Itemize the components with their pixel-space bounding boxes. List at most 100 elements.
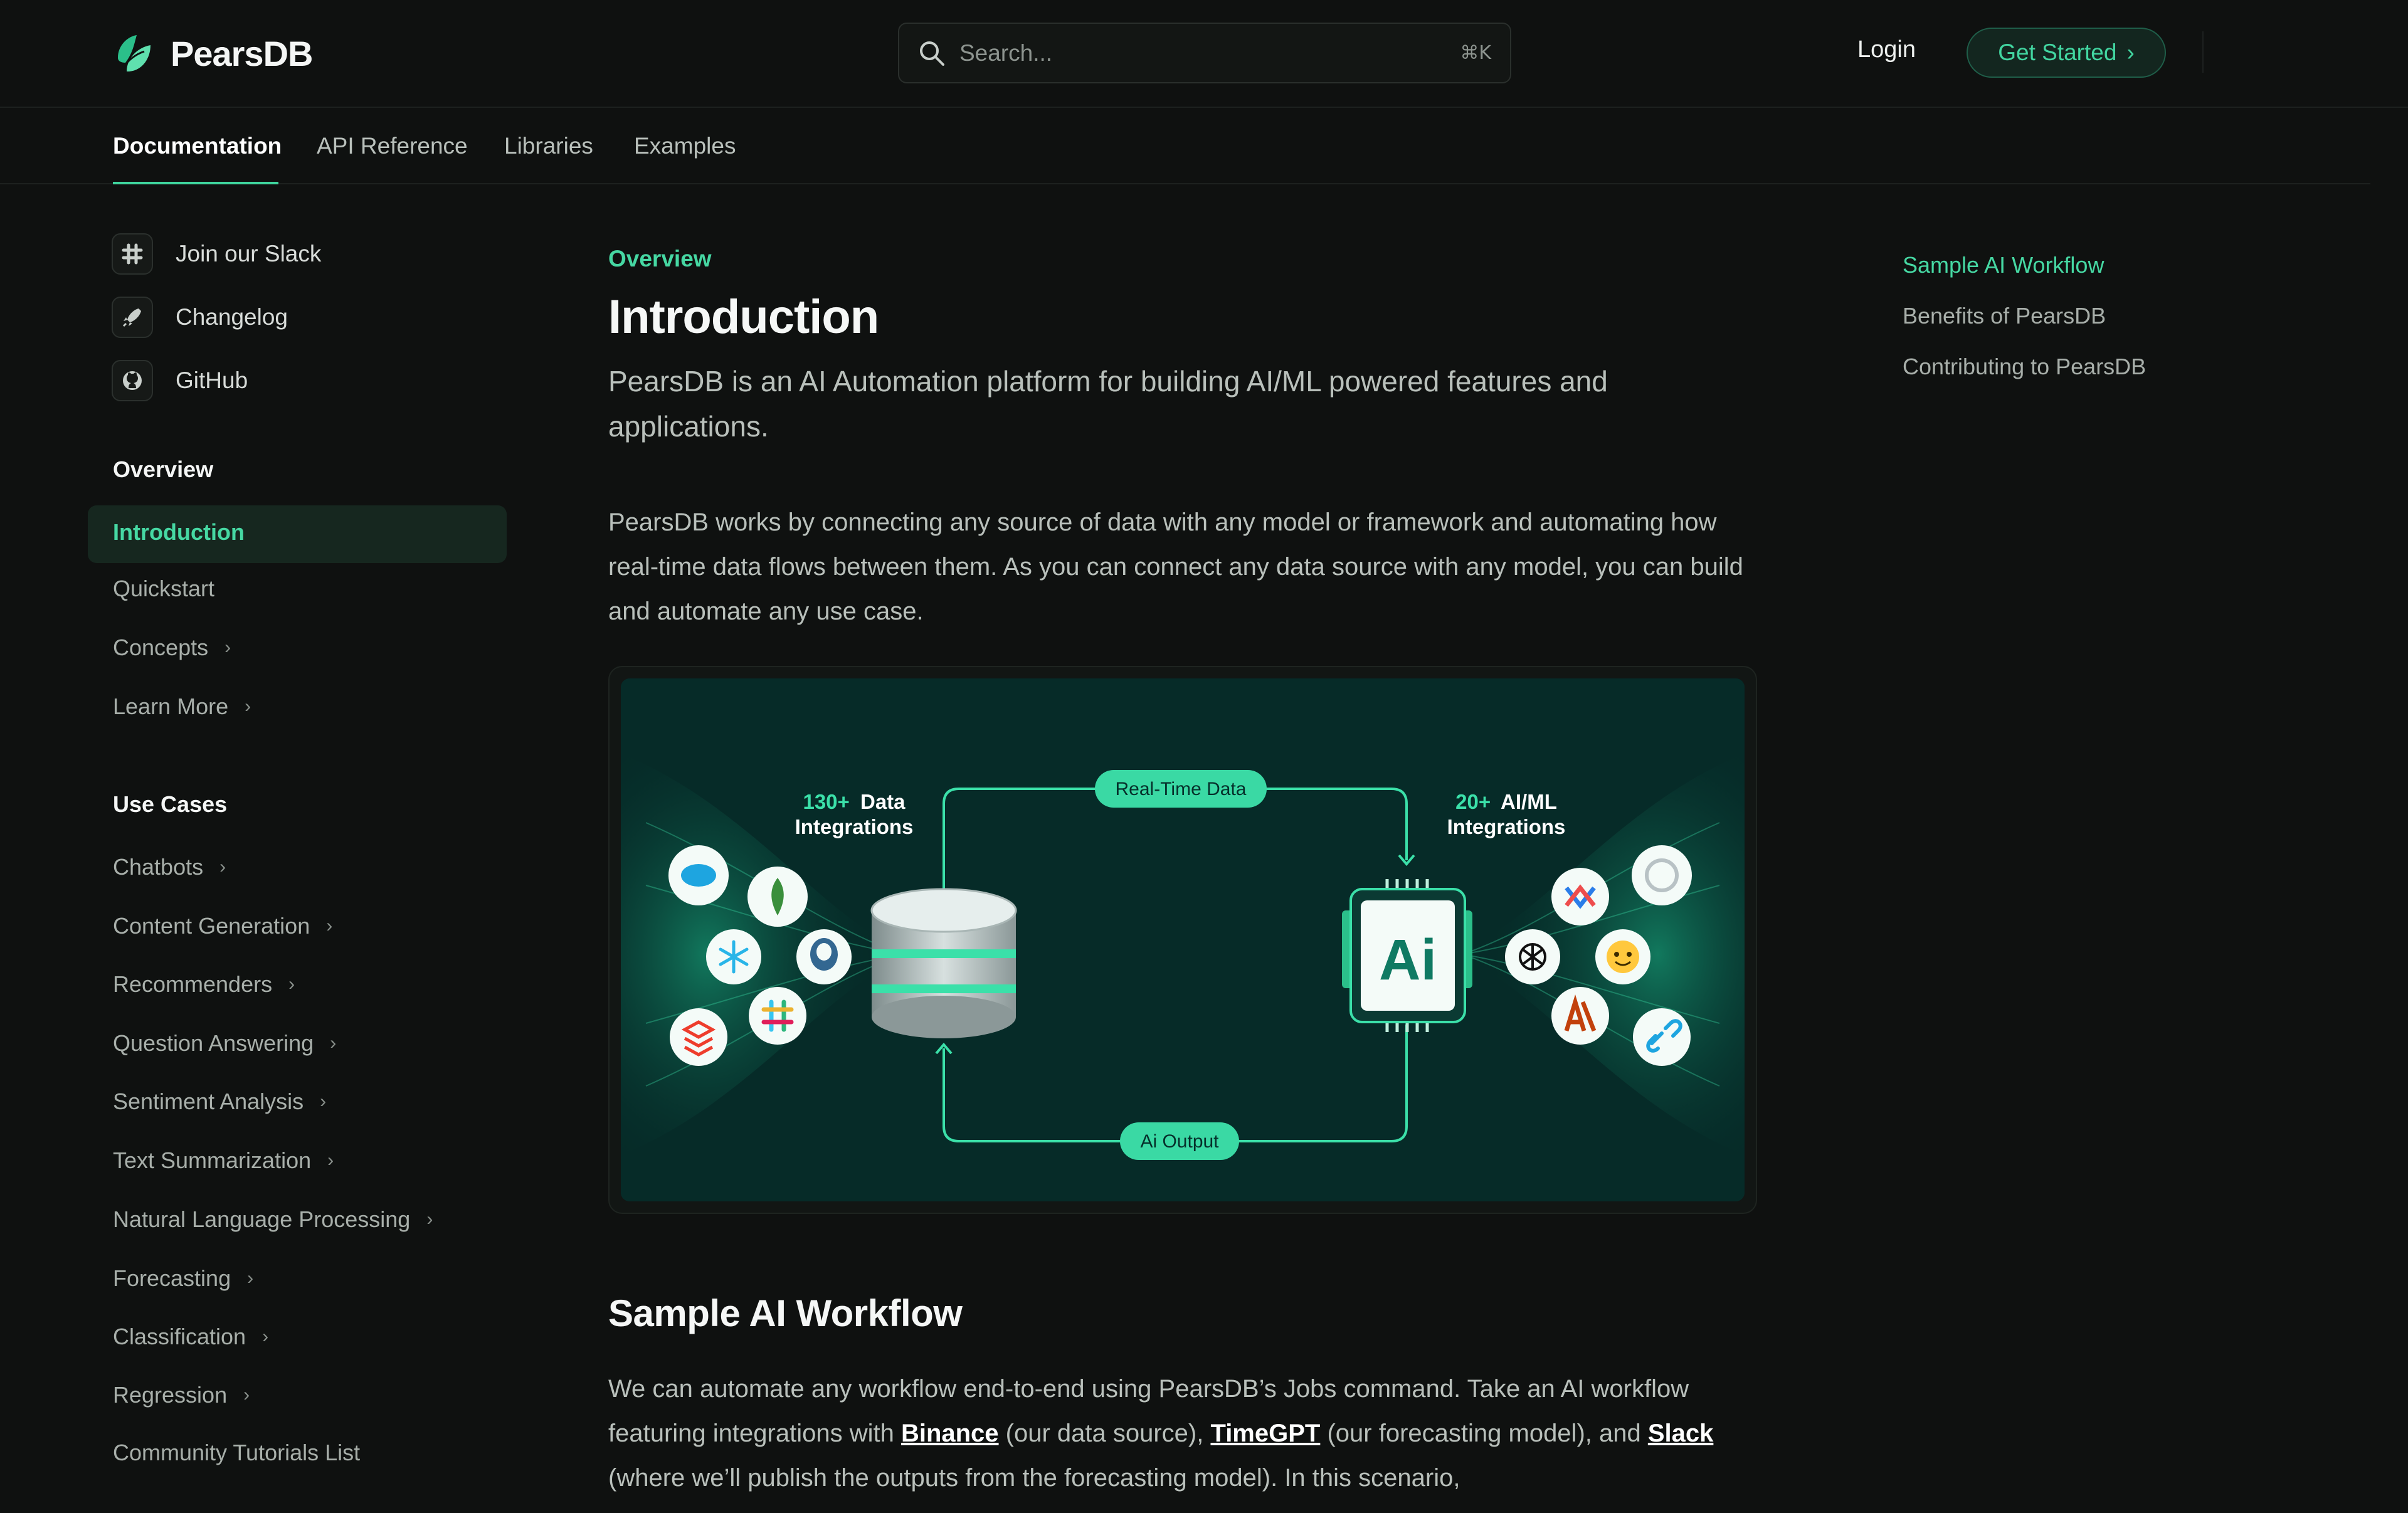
brand-name: PearsDB	[171, 33, 313, 73]
sidebar-heading-overview: Overview	[113, 456, 214, 482]
toc-item-contributing[interactable]: Contributing to PearsDB	[1903, 354, 2146, 380]
search-placeholder: Search...	[959, 40, 1053, 66]
workflow-text-2: (our data source),	[998, 1420, 1211, 1447]
huggingface-icon	[1595, 929, 1650, 984]
databricks-icon	[670, 1008, 727, 1066]
chevron-right-icon: ›	[219, 857, 226, 877]
sidebar-item-label: Concepts	[113, 635, 209, 660]
get-started-button[interactable]: Get Started ›	[1967, 28, 2166, 78]
architecture-diagram-svg: Real-Time Data Ai Output 130+ Data Integ…	[621, 678, 1745, 1201]
svg-text:130+ Data: 130+ Data	[803, 790, 906, 813]
sidebar-item-forecasting[interactable]: Forecasting ›	[113, 1265, 253, 1292]
slack-logo-icon	[749, 987, 806, 1045]
postgresql-icon	[796, 929, 852, 984]
docs-tab-bar: Documentation API Reference Libraries Ex…	[0, 108, 2370, 184]
sidebar-item-label: Sentiment Analysis	[113, 1089, 304, 1114]
search-input[interactable]: Search... ⌘K	[898, 23, 1511, 83]
sidebar-item-text-summarization[interactable]: Text Summarization ›	[113, 1147, 334, 1174]
sidebar-link-label: GitHub	[176, 367, 248, 393]
sidebar-item-concepts[interactable]: Concepts ›	[113, 635, 231, 661]
ai-integrations-count: 20+	[1455, 790, 1491, 813]
workflow-text-3: (our forecasting model), and	[1320, 1420, 1648, 1447]
sidebar-item-sentiment-analysis[interactable]: Sentiment Analysis ›	[113, 1089, 326, 1115]
page-title: Introduction	[608, 290, 879, 344]
sidebar-item-label: Natural Language Processing	[113, 1206, 411, 1232]
sidebar-heading-use-cases: Use Cases	[113, 791, 228, 817]
snowflake-icon	[706, 929, 761, 984]
anthropic-icon	[1551, 987, 1609, 1045]
chevron-right-icon: ›	[243, 1384, 250, 1405]
chevron-right-icon: ›	[247, 1268, 254, 1289]
workflow-text-4: (where we’ll publish the outputs from th…	[608, 1464, 1460, 1492]
sidebar-item-label: Text Summarization	[113, 1147, 312, 1173]
tab-examples[interactable]: Examples	[634, 133, 736, 159]
ai-output-pill: Ai Output	[1140, 1131, 1219, 1152]
tab-libraries[interactable]: Libraries	[504, 133, 593, 159]
sidebar-item-label: Regression	[113, 1382, 228, 1408]
salesforce-icon	[668, 845, 729, 905]
sidebar-item-chatbots[interactable]: Chatbots ›	[113, 854, 226, 880]
data-integrations-label-2: Integrations	[795, 815, 914, 838]
openai-icon	[1505, 929, 1560, 984]
link-slack[interactable]: Slack	[1648, 1420, 1714, 1447]
sidebar-item-question-answering[interactable]: Question Answering ›	[113, 1030, 336, 1057]
section-eyebrow: Overview	[608, 246, 712, 271]
svg-text:20+ AI/ML: 20+ AI/ML	[1455, 790, 1557, 813]
database-icon	[870, 888, 1017, 1038]
sidebar-item-label: Content Generation	[113, 913, 310, 939]
rocket-icon	[112, 297, 153, 338]
sidebar-item-learn-more[interactable]: Learn More ›	[113, 693, 251, 720]
sidebar-link-label: Join our Slack	[176, 241, 322, 266]
sidebar-item-recommenders[interactable]: Recommenders ›	[113, 971, 295, 998]
sidebar-item-natural-language-processing[interactable]: Natural Language Processing ›	[113, 1206, 433, 1233]
chevron-right-icon: ›	[327, 1150, 334, 1171]
sidebar-item-quickstart[interactable]: Quickstart	[113, 576, 214, 602]
data-integrations-count: 130+	[803, 790, 849, 813]
github-icon	[112, 360, 153, 401]
tab-documentation[interactable]: Documentation	[113, 133, 282, 159]
sidebar-item-label: Recommenders	[113, 971, 273, 997]
ai-chip-label: Ai	[1379, 928, 1437, 992]
sidebar-link-changelog[interactable]: Changelog	[112, 297, 288, 338]
workflow-paragraph: We can automate any workflow end-to-end …	[608, 1367, 1768, 1500]
anyscale-icon	[1632, 845, 1692, 905]
ai-chip-icon: Ai	[1342, 879, 1472, 1032]
chevron-right-icon: ›	[262, 1326, 269, 1347]
link-timegpt[interactable]: TimeGPT	[1210, 1420, 1320, 1447]
mongodb-icon	[747, 867, 808, 927]
nixtla-icon	[1551, 868, 1609, 925]
search-shortcut: ⌘K	[1460, 42, 1491, 64]
intro-paragraph: PearsDB works by connecting any source o…	[608, 509, 1743, 625]
sidebar-item-content-generation[interactable]: Content Generation ›	[113, 913, 332, 939]
real-time-data-pill: Real-Time Data	[1116, 779, 1247, 799]
chevron-right-icon: ›	[326, 915, 333, 936]
sidebar-item-label: Quickstart	[113, 576, 215, 601]
sidebar-link-slack[interactable]: Join our Slack	[112, 233, 321, 275]
sidebar-item-regression[interactable]: Regression ›	[113, 1382, 250, 1408]
toc-item-benefits[interactable]: Benefits of PearsDB	[1903, 303, 2106, 329]
data-integrations-label-1: Data	[860, 790, 906, 813]
ai-integrations-label-1: AI/ML	[1501, 790, 1557, 813]
sidebar-item-label: Community Tutorials List	[113, 1440, 361, 1465]
chevron-right-icon: ›	[330, 1033, 337, 1053]
chevron-right-icon: ›	[320, 1091, 327, 1112]
page-lead: PearsDB is an AI Automation platform for…	[608, 365, 1608, 443]
header-divider	[2202, 31, 2204, 73]
toc-item-sample-ai-workflow[interactable]: Sample AI Workflow	[1903, 252, 2104, 278]
sidebar-item-label: Chatbots	[113, 854, 204, 880]
sidebar-item-classification[interactable]: Classification ›	[113, 1324, 268, 1350]
langchain-icon	[1633, 1008, 1691, 1066]
brand-logo[interactable]: PearsDB	[112, 30, 313, 76]
sidebar-item-introduction[interactable]: Introduction	[113, 519, 245, 546]
sidebar-link-github[interactable]: GitHub	[112, 360, 248, 401]
sidebar-item-label: Introduction	[113, 519, 245, 545]
leaf-logo-icon	[118, 35, 150, 71]
login-button[interactable]: Login	[1857, 36, 1916, 63]
section-title-sample-workflow: Sample AI Workflow	[608, 1292, 963, 1334]
sidebar-link-label: Changelog	[176, 304, 288, 330]
link-binance[interactable]: Binance	[901, 1420, 999, 1447]
tab-api-reference[interactable]: API Reference	[317, 133, 468, 159]
ai-integrations-label-2: Integrations	[1447, 815, 1566, 838]
sidebar-item-label: Classification	[113, 1324, 246, 1349]
sidebar-item-community-tutorials[interactable]: Community Tutorials List	[113, 1440, 360, 1466]
